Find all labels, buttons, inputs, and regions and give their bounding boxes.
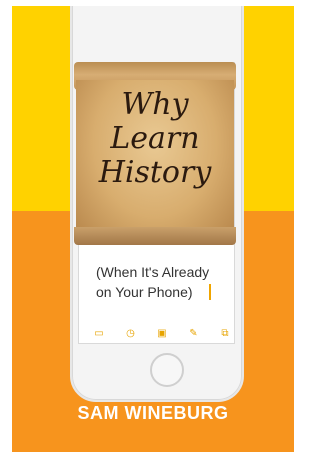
- book-title: Why Learn History: [82, 88, 228, 190]
- text-cursor: [209, 284, 211, 300]
- edit-icon: ⧉: [221, 327, 229, 339]
- title-line-3: History: [98, 155, 212, 190]
- camera-icon: ▣: [157, 327, 167, 339]
- phone-toolbar: ▭ ◷ ▣ ✎ ⧉: [92, 326, 232, 340]
- pen-icon: ✎: [189, 327, 198, 339]
- phone-home-button: [150, 353, 184, 387]
- scroll-bottom-roll: [74, 227, 236, 245]
- clock-icon: ◷: [126, 327, 135, 339]
- author-name: SAM WINEBURG: [77, 403, 229, 423]
- title-line-1: Why: [121, 87, 189, 122]
- book-cover: • • • • • • • • • Why Learn History (Whe…: [12, 6, 294, 452]
- title-line-2: Learn: [110, 121, 200, 156]
- clipboard-icon: ▭: [94, 327, 104, 339]
- book-subtitle: (When It's Already on Your Phone): [96, 264, 210, 300]
